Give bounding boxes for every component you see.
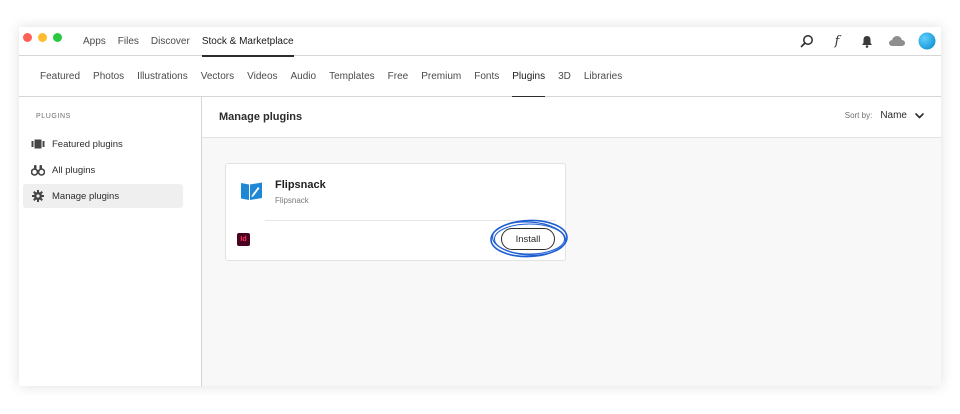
gear-icon — [31, 189, 45, 203]
category-3d[interactable]: 3D — [558, 56, 571, 97]
indesign-app-icon: Id — [237, 233, 250, 246]
category-free[interactable]: Free — [388, 56, 409, 97]
sidebar-item-label: Featured plugins — [52, 138, 123, 150]
sidebar-item-manage-plugins[interactable]: Manage plugins — [23, 184, 183, 208]
category-audio[interactable]: Audio — [291, 56, 317, 97]
main-content: Manage plugins Sort by: Name Flipsnack F… — [202, 97, 941, 386]
sidebar-item-label: All plugins — [52, 164, 96, 176]
top-nav-discover[interactable]: Discover — [151, 27, 190, 56]
plugin-developer: Flipsnack — [275, 196, 309, 205]
top-nav-files[interactable]: Files — [118, 27, 139, 56]
category-featured[interactable]: Featured — [40, 56, 80, 97]
top-nav: Apps Files Discover Stock & Marketplace — [83, 27, 306, 57]
category-vectors[interactable]: Vectors — [201, 56, 234, 97]
maximize-window-button[interactable] — [53, 33, 62, 42]
binoculars-icon — [31, 163, 45, 177]
chevron-down-icon[interactable] — [915, 111, 925, 121]
fonts-glyph: f — [834, 33, 840, 49]
flipsnack-logo-icon — [240, 181, 264, 201]
notifications-bell-icon[interactable] — [857, 31, 877, 51]
sidebar-item-label: Manage plugins — [52, 190, 120, 202]
main-header: Manage plugins Sort by: Name — [202, 97, 941, 138]
category-templates[interactable]: Templates — [329, 56, 375, 97]
category-videos[interactable]: Videos — [247, 56, 277, 97]
app-window: Apps Files Discover Stock & Marketplace … — [19, 27, 941, 386]
search-icon[interactable] — [797, 31, 817, 51]
window-controls — [23, 33, 62, 42]
fonts-icon[interactable]: f — [827, 31, 847, 51]
category-illustrations[interactable]: Illustrations — [137, 56, 188, 97]
category-fonts[interactable]: Fonts — [474, 56, 499, 97]
minimize-window-button[interactable] — [38, 33, 47, 42]
install-button[interactable]: Install — [501, 228, 555, 250]
sidebar-item-featured-plugins[interactable]: Featured plugins — [23, 132, 183, 156]
plugin-name: Flipsnack — [275, 179, 326, 191]
top-nav-apps[interactable]: Apps — [83, 27, 106, 56]
category-plugins[interactable]: Plugins — [512, 56, 545, 98]
user-avatar[interactable] — [917, 31, 937, 51]
featured-film-icon — [31, 137, 45, 151]
creative-cloud-icon[interactable] — [887, 31, 907, 51]
sort-control[interactable]: Sort by: Name — [845, 110, 925, 121]
close-window-button[interactable] — [23, 33, 32, 42]
sidebar: PLUGINS Featured plugins All plugins Man… — [19, 97, 202, 386]
category-photos[interactable]: Photos — [93, 56, 124, 97]
sidebar-heading: PLUGINS — [36, 113, 71, 120]
page-title: Manage plugins — [219, 111, 303, 123]
category-premium[interactable]: Premium — [421, 56, 461, 97]
top-nav-stock-marketplace[interactable]: Stock & Marketplace — [201, 27, 294, 57]
category-libraries[interactable]: Libraries — [584, 56, 622, 97]
sort-dropdown-value[interactable]: Name — [880, 110, 907, 121]
sidebar-item-all-plugins[interactable]: All plugins — [23, 158, 183, 182]
sort-label: Sort by: — [844, 111, 873, 120]
title-bar: Apps Files Discover Stock & Marketplace … — [19, 27, 941, 57]
plugin-card[interactable]: Flipsnack Flipsnack Id Install — [225, 163, 568, 261]
card-divider — [265, 220, 556, 221]
toolbar: f — [797, 31, 937, 51]
category-nav: Featured Photos Illustrations Vectors Vi… — [19, 56, 941, 98]
